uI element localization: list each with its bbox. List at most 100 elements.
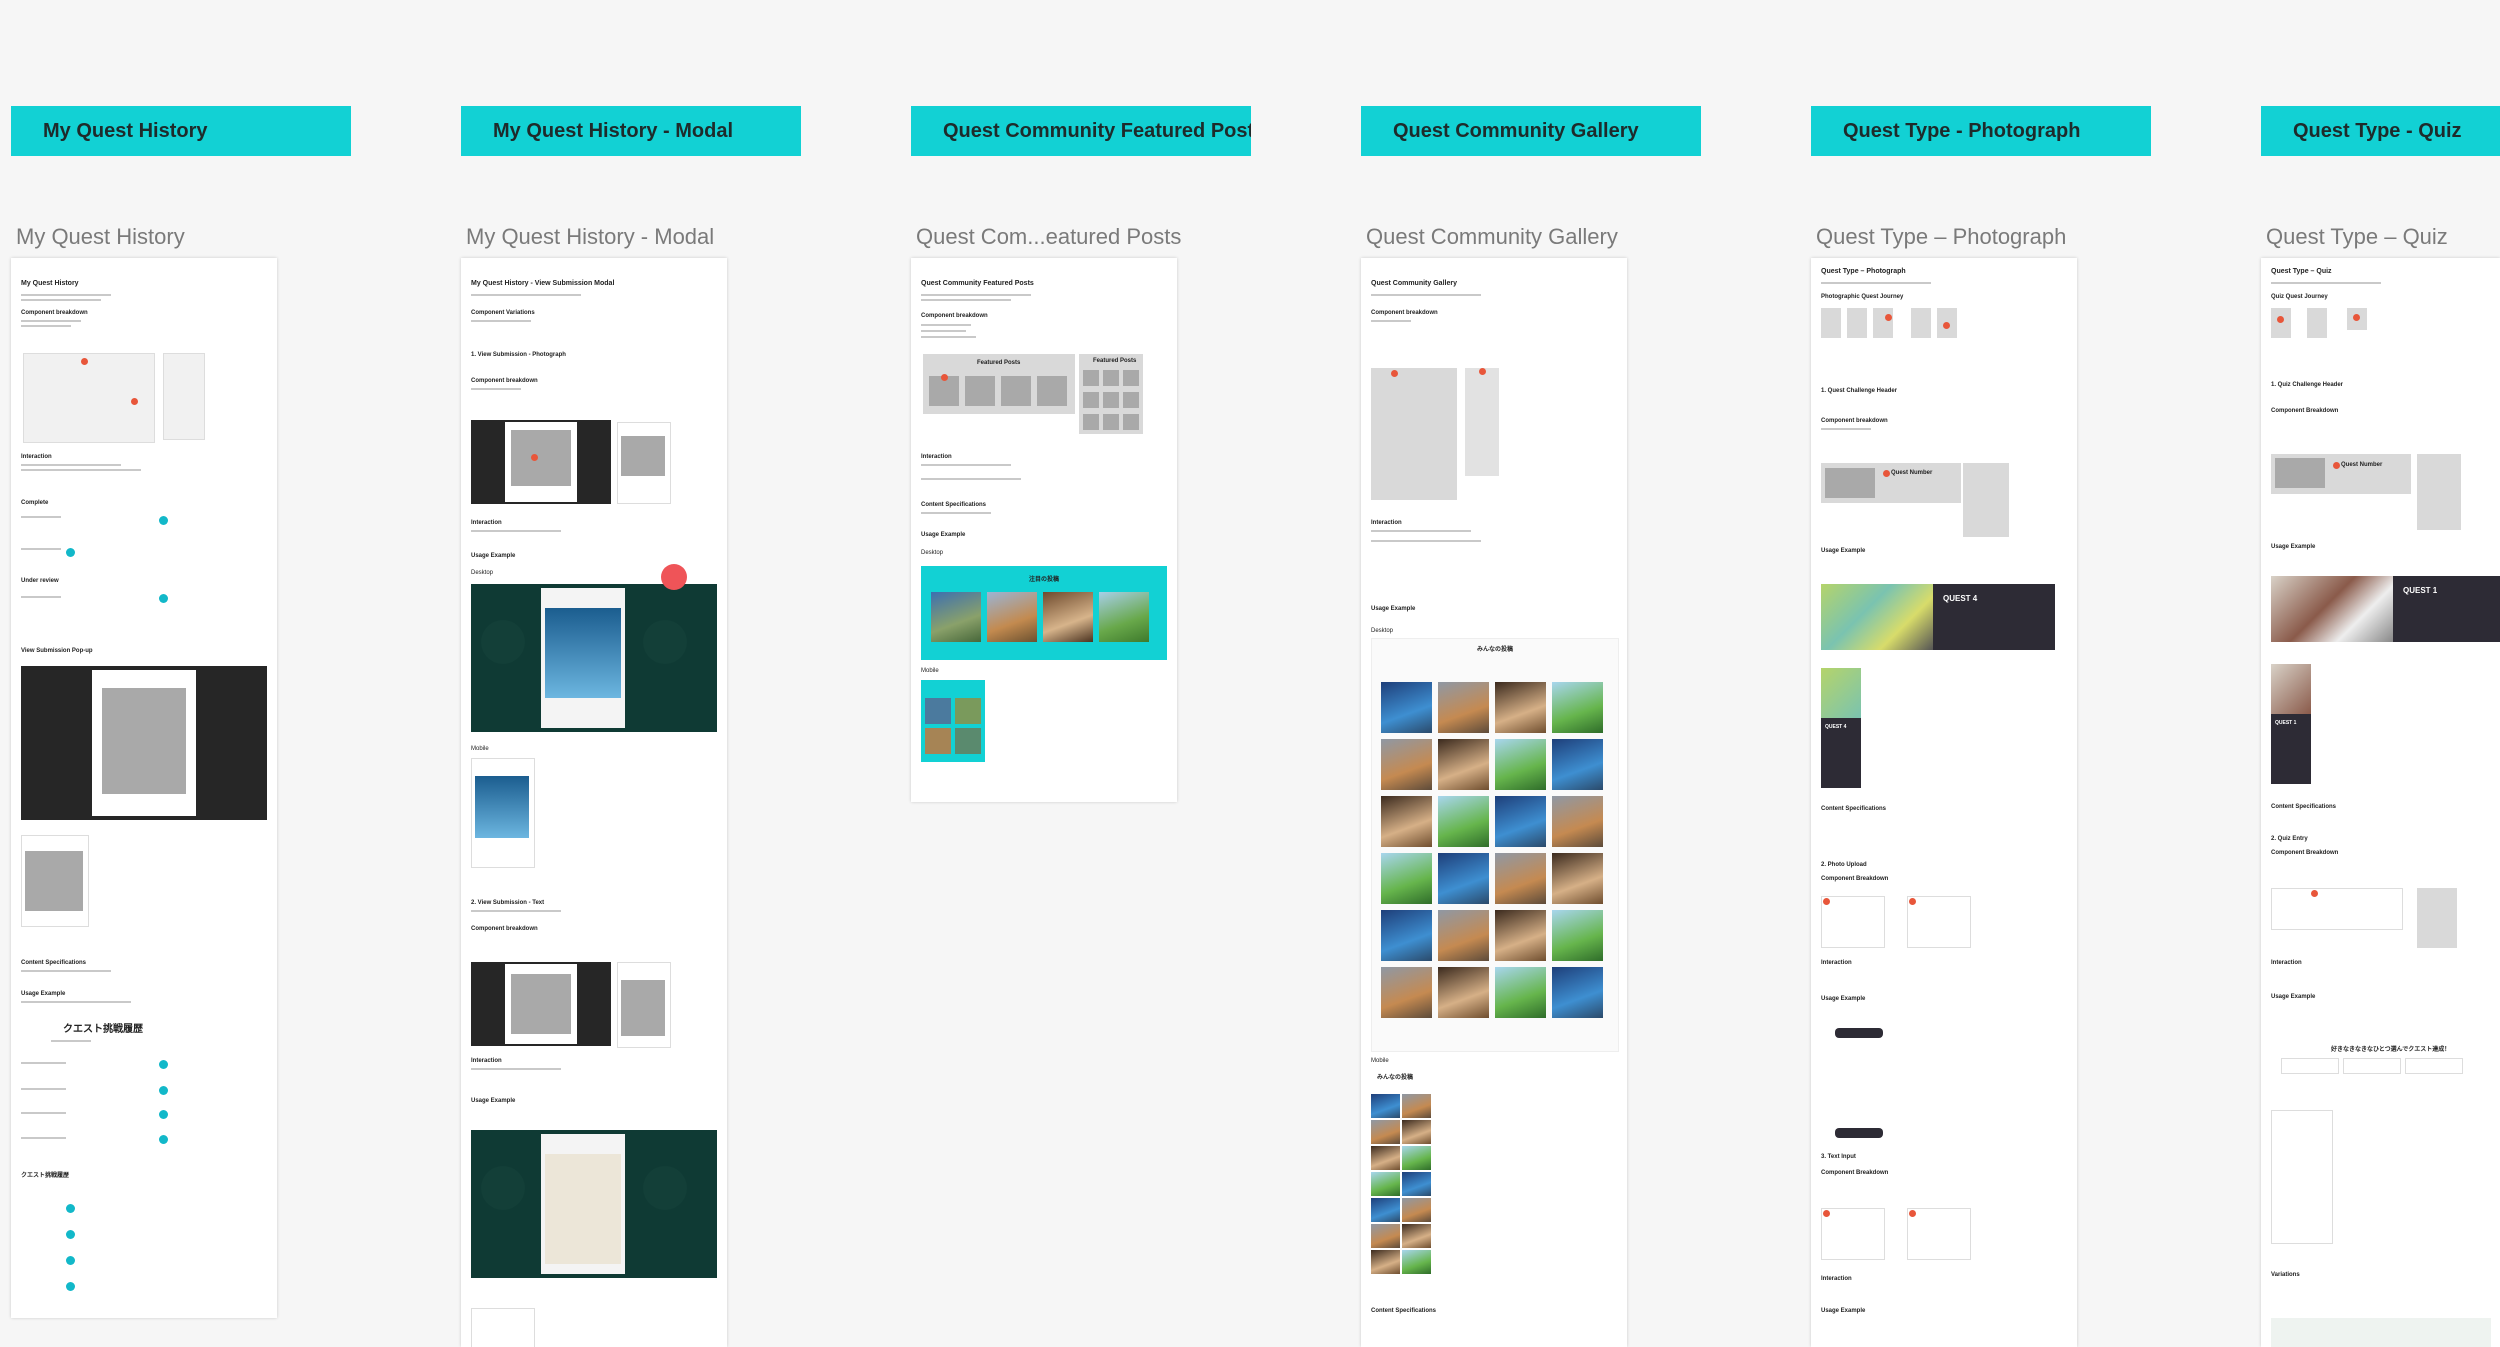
gallery-photo-mobile[interactable] bbox=[1371, 1198, 1400, 1222]
gallery-photo-mobile[interactable] bbox=[1371, 1146, 1400, 1170]
gallery-photo[interactable] bbox=[1495, 796, 1546, 847]
frame3-usage: Usage Example bbox=[921, 532, 966, 538]
frame3-desktop: Desktop bbox=[921, 550, 944, 556]
gallery-photo[interactable] bbox=[1438, 967, 1489, 1018]
gallery-photo[interactable] bbox=[1381, 739, 1432, 790]
gallery-photo[interactable] bbox=[1552, 853, 1603, 904]
frame3-teal-heading: 注目の投稿 bbox=[1029, 577, 1060, 583]
frame2-interaction: Interaction bbox=[471, 520, 502, 526]
frame5-usage-3: Usage Example bbox=[1821, 1308, 1866, 1314]
gallery-photo[interactable] bbox=[1552, 739, 1603, 790]
gallery-photo[interactable] bbox=[1552, 796, 1603, 847]
gallery-photo[interactable] bbox=[1438, 796, 1489, 847]
gallery-photo[interactable] bbox=[1438, 853, 1489, 904]
frame-quest-community-featured-posts[interactable]: Quest Community Featured Posts Component… bbox=[911, 258, 1177, 802]
gallery-photo[interactable] bbox=[1438, 739, 1489, 790]
frame3-featured-small: Featured Posts bbox=[1093, 358, 1137, 364]
banner-quest-community-featured-posts[interactable]: Quest Community Featured Posts bbox=[911, 106, 1251, 156]
frame-my-quest-history-modal[interactable]: My Quest History - View Submission Modal… bbox=[461, 258, 727, 1347]
banner-my-quest-history-modal[interactable]: My Quest History - Modal bbox=[461, 106, 801, 156]
gallery-photo-mobile[interactable] bbox=[1371, 1172, 1400, 1196]
gallery-photo-mobile[interactable] bbox=[1402, 1172, 1431, 1196]
frame6-interaction: Interaction bbox=[2271, 960, 2302, 966]
gallery-photo-mobile[interactable] bbox=[1371, 1094, 1400, 1118]
frame5-heading: Quest Type – Photograph bbox=[1821, 268, 1906, 275]
frame1-usage: Usage Example bbox=[21, 991, 66, 997]
frame1-complete: Complete bbox=[21, 500, 49, 506]
gallery-photo[interactable] bbox=[1381, 967, 1432, 1018]
gallery-photo-mobile[interactable] bbox=[1402, 1224, 1431, 1248]
gallery-photo[interactable] bbox=[1495, 682, 1546, 733]
gallery-photo[interactable] bbox=[1495, 910, 1546, 961]
gallery-photo-mobile[interactable] bbox=[1402, 1146, 1431, 1170]
frame-title-5[interactable]: Quest Type – Photograph bbox=[1816, 224, 2066, 250]
frame5-quest-label-mobile: QUEST 4 bbox=[1825, 724, 1847, 730]
gallery-photo[interactable] bbox=[1381, 796, 1432, 847]
gallery-photo-mobile[interactable] bbox=[1402, 1120, 1431, 1144]
frame2-variations: Component Variations bbox=[471, 310, 535, 316]
frame1-jp-title: クエスト挑戦履歴 bbox=[63, 1024, 143, 1035]
frame6-quiz-entry: 2. Quiz Entry bbox=[2271, 836, 2308, 842]
frame-title-2[interactable]: My Quest History - Modal bbox=[466, 224, 714, 250]
frame5-journey: Photographic Quest Journey bbox=[1821, 294, 1904, 300]
frame1-interaction: Interaction bbox=[21, 454, 52, 460]
frame6-content-specs: Content Specifications bbox=[2271, 804, 2337, 810]
gallery-photo[interactable] bbox=[1552, 682, 1603, 733]
frame6-quest-label-mobile: QUEST 1 bbox=[2275, 720, 2297, 726]
frame6-quest-number: Quest Number bbox=[2341, 462, 2383, 468]
gallery-photo[interactable] bbox=[1438, 682, 1489, 733]
frame5-text-input: 3. Text Input bbox=[1821, 1154, 1856, 1160]
frame5-header-section: 1. Quest Challenge Header bbox=[1821, 388, 1898, 394]
frame3-mobile: Mobile bbox=[921, 668, 939, 674]
frame6-jp-question: 好きなきなきなひとつ選んでクエスト達成！ bbox=[2331, 1047, 2451, 1053]
banner-quest-community-gallery[interactable]: Quest Community Gallery bbox=[1361, 106, 1701, 156]
frame-quest-type-quiz[interactable]: Quest Type – Quiz Quiz Quest Journey 1. … bbox=[2261, 258, 2500, 1347]
banner-quest-type-quiz[interactable]: Quest Type - Quiz bbox=[2261, 106, 2500, 156]
frame5-interaction: Interaction bbox=[1821, 960, 1852, 966]
gallery-photo[interactable] bbox=[1381, 910, 1432, 961]
frame4-heading: Quest Community Gallery bbox=[1371, 280, 1457, 287]
frame5-breakdown: Component breakdown bbox=[1821, 418, 1888, 424]
gallery-photo[interactable] bbox=[1438, 910, 1489, 961]
gallery-photo[interactable] bbox=[1552, 910, 1603, 961]
frame4-mobile: Mobile bbox=[1371, 1058, 1389, 1064]
frame-title-1[interactable]: My Quest History bbox=[16, 224, 185, 250]
frame-title-3[interactable]: Quest Com...eatured Posts bbox=[916, 224, 1181, 250]
frame3-interaction: Interaction bbox=[921, 454, 952, 460]
frame-title-6[interactable]: Quest Type – Quiz bbox=[2266, 224, 2448, 250]
frame4-gallery-diagram bbox=[1371, 368, 1457, 500]
frame1-jp-title-small: クエスト挑戦履歴 bbox=[21, 1173, 70, 1179]
frame6-breakdown: Component Breakdown bbox=[2271, 408, 2339, 414]
frame-my-quest-history[interactable]: My Quest History Component breakdown Int… bbox=[11, 258, 277, 1318]
gallery-photo[interactable] bbox=[1495, 967, 1546, 1018]
frame3-heading: Quest Community Featured Posts bbox=[921, 280, 1034, 287]
frame3-content-specs: Content Specifications bbox=[921, 502, 987, 508]
cursor-indicator bbox=[661, 564, 687, 590]
gallery-photo-mobile[interactable] bbox=[1402, 1094, 1431, 1118]
frame2-breakdown-2: Component breakdown bbox=[471, 926, 538, 932]
banner-quest-type-photograph[interactable]: Quest Type - Photograph bbox=[1811, 106, 2151, 156]
frame-quest-type-photograph[interactable]: Quest Type – Photograph Photographic Que… bbox=[1811, 258, 2077, 1347]
gallery-photo-mobile[interactable] bbox=[1371, 1120, 1400, 1144]
gallery-photo[interactable] bbox=[1495, 739, 1546, 790]
gallery-photo[interactable] bbox=[1381, 682, 1432, 733]
gallery-photo-mobile[interactable] bbox=[1371, 1224, 1400, 1248]
gallery-photo[interactable] bbox=[1552, 967, 1603, 1018]
frame2-desktop: Desktop bbox=[471, 570, 494, 576]
frame2-breakdown: Component breakdown bbox=[471, 378, 538, 384]
frame5-quest-label: QUEST 4 bbox=[1943, 594, 1978, 603]
frame5-upload: 2. Photo Upload bbox=[1821, 862, 1867, 868]
frame2-photo-section: 1. View Submission - Photograph bbox=[471, 352, 566, 358]
frame2-text-section: 2. View Submission - Text bbox=[471, 900, 545, 906]
gallery-photo-mobile[interactable] bbox=[1402, 1250, 1431, 1274]
frame5-interaction-3: Interaction bbox=[1821, 1276, 1852, 1282]
frame-title-4[interactable]: Quest Community Gallery bbox=[1366, 224, 1618, 250]
gallery-photo-mobile[interactable] bbox=[1371, 1250, 1400, 1274]
frame4-gallery-title-mobile: みんなの投稿 bbox=[1377, 1075, 1414, 1081]
frame3-breakdown: Component breakdown bbox=[921, 313, 988, 319]
gallery-photo[interactable] bbox=[1381, 853, 1432, 904]
gallery-photo[interactable] bbox=[1495, 853, 1546, 904]
frame-quest-community-gallery[interactable]: Quest Community Gallery Component breakd… bbox=[1361, 258, 1627, 1347]
banner-my-quest-history[interactable]: My Quest History bbox=[11, 106, 351, 156]
gallery-photo-mobile[interactable] bbox=[1402, 1198, 1431, 1222]
